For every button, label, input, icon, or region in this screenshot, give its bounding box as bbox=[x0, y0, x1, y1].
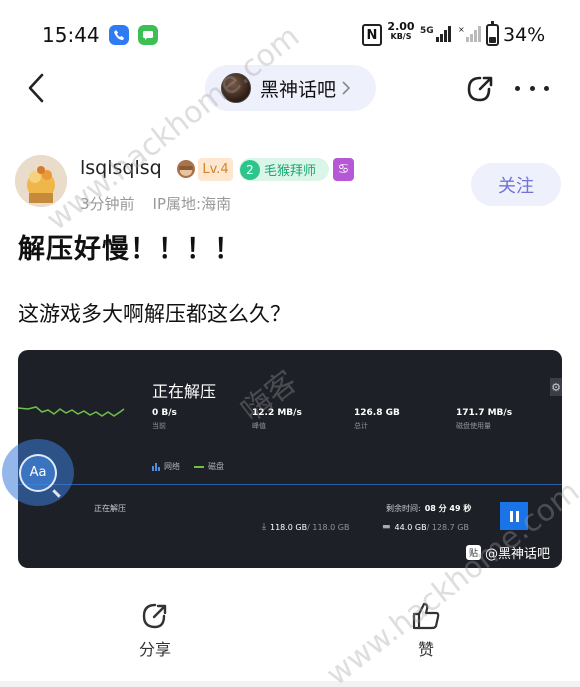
forum-level-badge: 2 毛猴拜师 bbox=[239, 158, 329, 181]
battery-percent: 34% bbox=[503, 24, 546, 46]
battery-icon bbox=[486, 21, 499, 46]
tieba-icon: 贴 bbox=[466, 545, 481, 560]
share-button[interactable]: 分享 bbox=[135, 600, 175, 660]
svg-text:×: × bbox=[458, 25, 465, 34]
like-button[interactable]: 赞 bbox=[406, 600, 446, 660]
forum-avatar bbox=[221, 73, 251, 103]
disk-progress: ▬ 44.0 GB / 128.7 GB bbox=[382, 522, 469, 532]
divider bbox=[18, 484, 562, 485]
signal-no-service-icon: × bbox=[458, 25, 481, 42]
stat-total: 126.8 GB 总计 bbox=[354, 408, 400, 430]
stat-current: 0 B/s 当前 bbox=[152, 408, 177, 430]
signal-5g-icon: 5G bbox=[420, 26, 451, 42]
phone-icon bbox=[109, 25, 129, 45]
gear-icon: ⚙ bbox=[550, 378, 562, 396]
image-status: 正在解压 bbox=[94, 504, 126, 513]
more-dot bbox=[544, 85, 549, 91]
text-search-icon: Aa bbox=[19, 453, 57, 492]
svg-text:5G: 5G bbox=[420, 26, 434, 36]
forum-pill[interactable]: 黑神话吧 bbox=[205, 65, 376, 111]
bar-chart-icon bbox=[152, 462, 160, 471]
post-meta: 3分钟前 IP属地:海南 bbox=[80, 193, 231, 214]
legend-disk: 磁盘 bbox=[208, 462, 224, 471]
zodiac-badge: ♋ bbox=[333, 158, 354, 181]
status-bar: 15:44 N 2.00 KB/S 5G × 34% bbox=[0, 0, 580, 68]
forum-level-number: 2 bbox=[240, 159, 260, 180]
see-no-evil-monkey-icon bbox=[177, 160, 195, 178]
image-watermark: 贴 @黑神话吧 bbox=[466, 543, 550, 562]
download-icon: ⤓ bbox=[262, 522, 266, 532]
message-icon bbox=[138, 25, 158, 45]
like-label: 赞 bbox=[417, 640, 434, 659]
network-speed: 2.00 KB/S bbox=[387, 20, 415, 41]
network-graph bbox=[18, 406, 125, 417]
chevron-left-icon bbox=[28, 73, 44, 103]
status-time: 15:44 bbox=[42, 23, 100, 47]
forum-level-title: 毛猴拜师 bbox=[264, 164, 317, 179]
thumbs-up-icon bbox=[412, 602, 440, 630]
download-progress: ⤓ 118.0 GB / 118.0 GB bbox=[262, 522, 350, 532]
legend-line bbox=[194, 465, 204, 468]
forum-name: 黑神话吧 bbox=[260, 78, 337, 101]
graph-legend: 网络 磁盘 bbox=[152, 461, 224, 472]
post-time: 3分钟前 bbox=[80, 195, 135, 213]
post-body: 这游戏多大啊解压都这么久？ bbox=[18, 302, 291, 326]
stat-disk-usage: 171.7 MB/s 磁盘使用量 bbox=[456, 408, 513, 430]
legend-network: 网络 bbox=[164, 462, 180, 471]
share-label: 分享 bbox=[138, 640, 171, 659]
stat-peak: 12.2 MB/s 峰值 bbox=[252, 408, 302, 430]
user-level-badge: Lv.4 bbox=[198, 158, 233, 181]
post-image[interactable]: 正在解压 ⚙ 0 B/s 当前 12.2 MB/s 峰值 126.8 GB 总计 17… bbox=[18, 350, 562, 568]
image-heading: 正在解压 bbox=[152, 382, 217, 401]
disk-icon: ▬ bbox=[382, 522, 391, 532]
nfc-icon: N bbox=[362, 24, 382, 46]
pause-icon bbox=[500, 502, 528, 530]
more-button[interactable] bbox=[515, 80, 549, 96]
more-dot bbox=[515, 85, 520, 91]
chevron-right-icon bbox=[342, 81, 351, 95]
post-title: 解压好慢！！！！ bbox=[18, 234, 242, 265]
ip-location: IP属地:海南 bbox=[152, 195, 232, 213]
avatar[interactable] bbox=[15, 155, 67, 207]
bottom-bar bbox=[0, 681, 580, 687]
remaining-time: 剩余时间: 08 分 49 秒 bbox=[386, 504, 472, 513]
follow-button[interactable]: 关注 bbox=[471, 163, 561, 206]
share-icon[interactable] bbox=[463, 72, 497, 106]
share-icon bbox=[142, 603, 167, 629]
username[interactable]: lsqlsqlsq bbox=[80, 157, 162, 179]
back-button[interactable] bbox=[20, 70, 52, 106]
more-dot bbox=[529, 85, 535, 91]
floating-text-search-button[interactable]: Aa bbox=[2, 439, 74, 506]
